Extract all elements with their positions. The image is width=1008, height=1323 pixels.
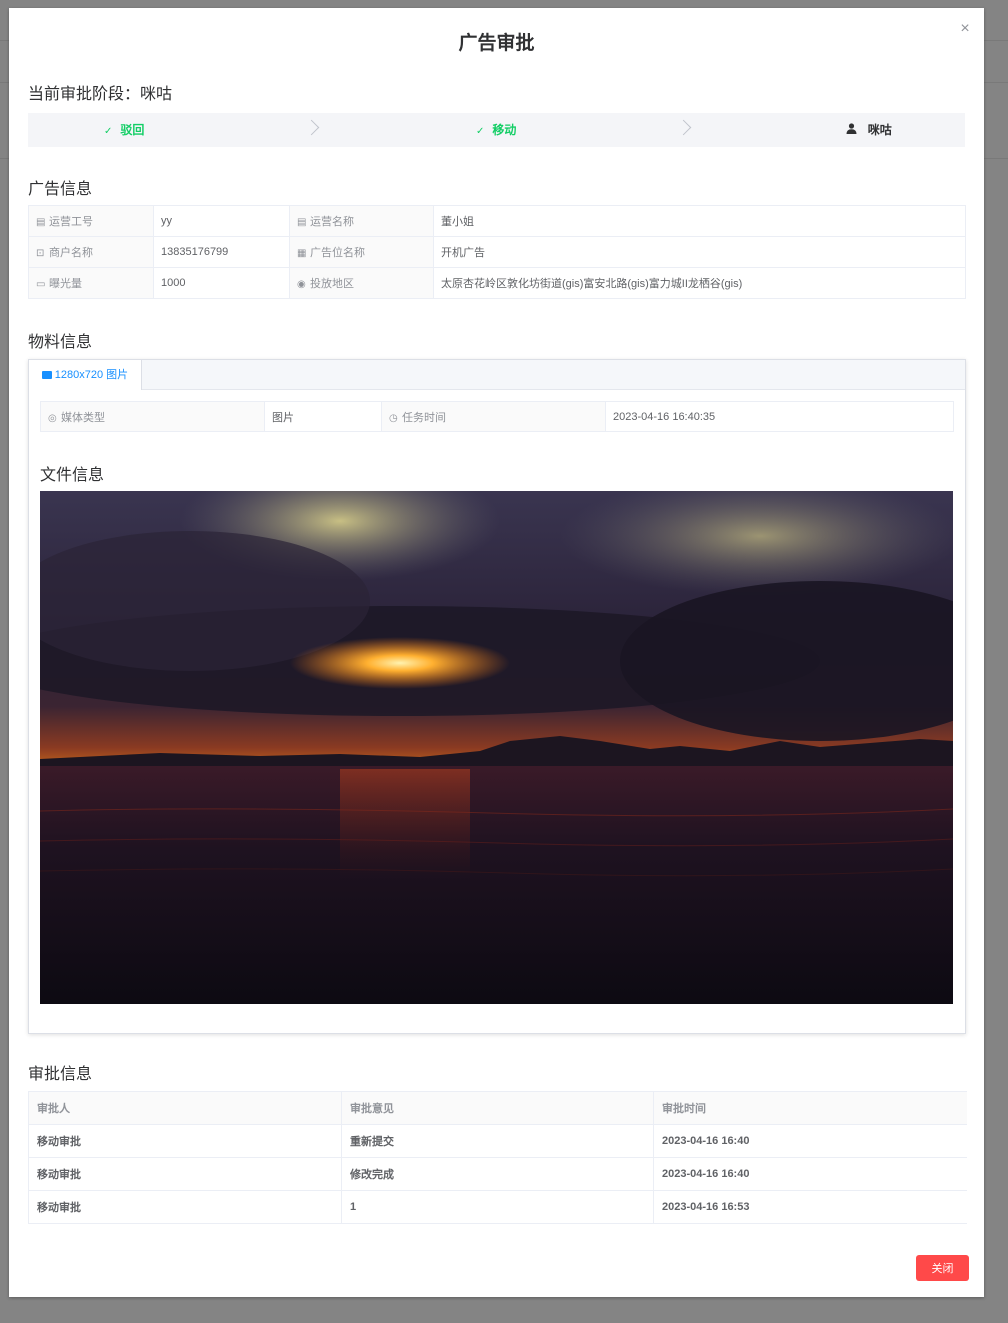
approver-cell: 移动审批 xyxy=(28,1157,342,1191)
tab-label: 1280x720 图片 xyxy=(54,369,129,381)
label-text: 运营工号 xyxy=(49,216,93,228)
approval-info-title: 审批信息 xyxy=(28,1066,93,1083)
chevron-right-icon xyxy=(303,119,320,136)
current-stage-label: 当前审批阶段： xyxy=(28,86,141,103)
approval-table: 审批人 审批意见 审批时间 移动审批 重新提交 2023-04-16 16:40… xyxy=(28,1091,967,1224)
label-text: 曝光量 xyxy=(49,278,82,290)
current-stage-value: 咪咕 xyxy=(140,86,173,103)
clock-icon: ◷ xyxy=(389,412,398,424)
table-row: ◎ 媒体类型 图片 ◷ 任务时间 2023-04-16 16:40:35 xyxy=(40,401,954,432)
media-info-table: ◎ 媒体类型 图片 ◷ 任务时间 2023-04-16 16:40:35 xyxy=(40,401,954,432)
tab-1280x720-image[interactable]: 1280x720 图片 xyxy=(29,360,142,390)
building-icon: ▤ xyxy=(297,217,307,228)
table-label-cell: ◉ 投放地区 xyxy=(289,267,434,299)
shop-icon: ⊡ xyxy=(36,248,45,259)
table-label-cell: ▭ 曝光量 xyxy=(28,267,154,299)
check-icon: ✓ xyxy=(104,126,113,137)
eye-icon: ◎ xyxy=(48,412,57,424)
approver-cell: 移动审批 xyxy=(28,1190,342,1224)
building-icon: ▤ xyxy=(36,217,46,228)
label-text: 运营名称 xyxy=(310,216,354,228)
table-value-cell: 13835176799 xyxy=(153,236,290,268)
time-cell: 2023-04-16 16:40 xyxy=(653,1157,967,1191)
office-icon: ▦ xyxy=(297,248,307,259)
table-label-cell: ⊡ 商户名称 xyxy=(28,236,154,268)
material-tabs: 1280x720 图片 ◎ 媒体类型 图片 ◷ 任务时间 2023-04-16 16… xyxy=(28,359,966,1034)
table-value-cell: 太原杏花岭区敦化坊街道(gis)富安北路(gis)富力城II龙栖谷(gis) xyxy=(433,267,966,299)
step-label: 移动 xyxy=(492,123,517,137)
label-text: 广告位名称 xyxy=(310,247,365,259)
approver-cell: 移动审批 xyxy=(28,1124,342,1158)
close-button[interactable]: 关闭 xyxy=(916,1255,969,1281)
column-header: 审批人 xyxy=(28,1091,342,1125)
step-migu: 咪咕 xyxy=(846,113,892,147)
step-label: 驳回 xyxy=(120,123,145,137)
label-text: 投放地区 xyxy=(310,278,354,290)
approval-steps: ✓ 驳回 ✓ 移动 咪咕 xyxy=(28,113,965,147)
step-mobile: ✓ 移动 xyxy=(476,113,516,147)
table-row: ▭ 曝光量 1000 ◉ 投放地区 太原杏花岭区敦化坊街道(gis)富安北路(gis… xyxy=(28,267,966,299)
table-row: ▤ 运营工号 yy ▤ 运营名称 董小姐 xyxy=(28,205,966,237)
check-icon: ✓ xyxy=(476,126,485,137)
opinion-cell: 1 xyxy=(341,1190,654,1224)
chevron-right-icon xyxy=(675,119,692,136)
user-icon xyxy=(846,123,860,137)
table-label-cell: ▤ 运营名称 xyxy=(289,205,434,237)
column-header: 审批时间 xyxy=(653,1091,967,1125)
table-label-cell: ◷ 任务时间 xyxy=(381,401,606,432)
step-reject: ✓ 驳回 xyxy=(104,113,144,147)
table-value-cell: 开机广告 xyxy=(433,236,966,268)
table-row: 移动审批 1 2023-04-16 16:53 xyxy=(28,1190,967,1224)
table-value-cell: 图片 xyxy=(264,401,382,432)
table-label-cell: ▦ 广告位名称 xyxy=(289,236,434,268)
material-info-title: 物料信息 xyxy=(28,334,93,351)
ad-approval-dialog: 广告审批 × 当前审批阶段：咪咕 ✓ 驳回 ✓ 移动 咪咕 广告信息 ▤ 运营工号 y… xyxy=(9,8,984,1297)
time-cell: 2023-04-16 16:40 xyxy=(653,1124,967,1158)
file-info-title: 文件信息 xyxy=(40,467,105,484)
label-text: 媒体类型 xyxy=(61,411,105,424)
dialog-title: 广告审批 xyxy=(458,33,535,54)
table-row: 移动审批 重新提交 2023-04-16 16:40 xyxy=(28,1124,967,1158)
label-text: 任务时间 xyxy=(402,411,446,424)
ad-info-table: ▤ 运营工号 yy ▤ 运营名称 董小姐 ⊡ 商户名称 13835176799 ▦ 广告… xyxy=(28,205,966,299)
table-header-row: 审批人 审批意见 审批时间 xyxy=(28,1091,967,1125)
time-cell: 2023-04-16 16:53 xyxy=(653,1190,967,1224)
table-row: ⊡ 商户名称 13835176799 ▦ 广告位名称 开机广告 xyxy=(28,236,966,268)
image-icon xyxy=(41,371,52,379)
label-text: 商户名称 xyxy=(49,247,93,259)
table-label-cell: ◎ 媒体类型 xyxy=(40,401,265,432)
current-stage: 当前审批阶段：咪咕 xyxy=(28,80,172,104)
table-value-cell: 1000 xyxy=(153,267,290,299)
opinion-cell: 重新提交 xyxy=(341,1124,654,1158)
table-value-cell: 董小姐 xyxy=(433,205,966,237)
monitor-icon: ▭ xyxy=(36,279,46,290)
table-label-cell: ▤ 运营工号 xyxy=(28,205,154,237)
ad-info-title: 广告信息 xyxy=(28,181,93,198)
opinion-cell: 修改完成 xyxy=(341,1157,654,1191)
close-icon[interactable]: × xyxy=(957,21,973,37)
table-value-cell: yy xyxy=(153,205,290,237)
table-value-cell: 2023-04-16 16:40:35 xyxy=(605,401,954,432)
location-icon: ◉ xyxy=(297,279,306,290)
tab-header: 1280x720 图片 xyxy=(29,360,965,390)
step-label: 咪咕 xyxy=(867,123,892,137)
ad-preview-image xyxy=(40,491,953,1004)
table-row: 移动审批 修改完成 2023-04-16 16:40 xyxy=(28,1157,967,1191)
column-header: 审批意见 xyxy=(341,1091,654,1125)
